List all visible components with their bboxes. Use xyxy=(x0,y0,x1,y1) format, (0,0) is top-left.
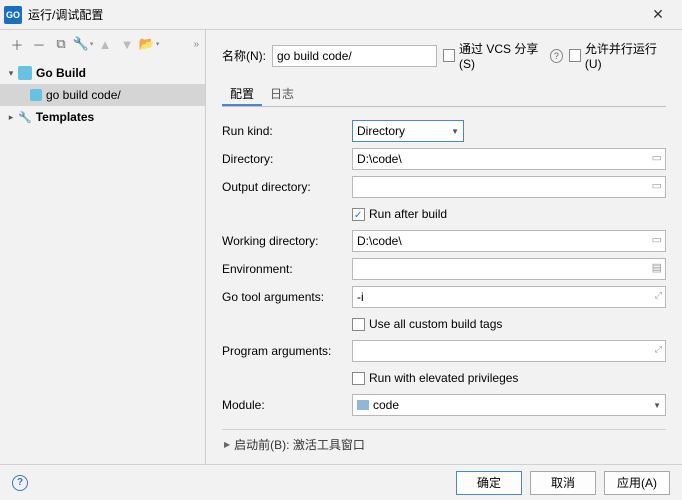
run-kind-value: Directory xyxy=(357,124,405,138)
go-args-input[interactable] xyxy=(352,286,666,308)
go-icon xyxy=(30,89,42,101)
move-down-button[interactable]: ▼ xyxy=(116,33,138,55)
program-args-label: Program arguments: xyxy=(222,344,352,358)
name-label: 名称(N): xyxy=(222,47,266,64)
folder-icon[interactable]: ▭ xyxy=(652,151,662,164)
share-vcs-label: 通过 VCS 分享(S) xyxy=(459,40,546,71)
help-icon[interactable]: ? xyxy=(550,49,563,63)
separator xyxy=(222,429,666,430)
parallel-run-checkbox[interactable]: 允许并行运行(U) xyxy=(569,40,666,71)
checkbox-icon xyxy=(443,49,455,62)
working-dir-input[interactable] xyxy=(352,230,666,252)
run-kind-label: Run kind: xyxy=(222,124,352,138)
button-group: 确定 取消 应用(A) xyxy=(456,471,670,495)
tree-label: Go Build xyxy=(36,66,86,80)
folder-icon[interactable]: ▭ xyxy=(652,179,662,192)
right-panel: 名称(N): 通过 VCS 分享(S) ? 允许并行运行(U) 配置 日志 Ru… xyxy=(206,30,682,464)
wrench-icon: 🔧 xyxy=(18,111,32,124)
list-icon[interactable]: ▤ xyxy=(652,261,662,274)
close-button[interactable]: ✕ xyxy=(638,0,678,30)
chevron-down-icon: ▼ xyxy=(653,401,661,410)
tab-log[interactable]: 日志 xyxy=(262,81,302,106)
checkbox-icon xyxy=(352,372,365,385)
output-dir-label: Output directory: xyxy=(222,180,352,194)
row-directory: Directory: ▭ xyxy=(222,145,666,173)
chevron-down-icon: ▾ xyxy=(4,68,18,79)
row-working-dir: Working directory: ▭ xyxy=(222,227,666,255)
tabs: 配置 日志 xyxy=(222,81,666,107)
directory-label: Directory: xyxy=(222,152,352,166)
tree-node-go-build[interactable]: ▾ Go Build xyxy=(0,62,205,84)
cancel-button[interactable]: 取消 xyxy=(530,471,596,495)
tree-label: Templates xyxy=(36,110,94,124)
checkbox-icon xyxy=(569,49,581,62)
add-button[interactable]: ＋ xyxy=(6,33,28,55)
help-button[interactable]: ? xyxy=(12,475,28,491)
module-select[interactable]: code ▼ xyxy=(352,394,666,416)
program-args-input[interactable] xyxy=(352,340,666,362)
row-output-dir: Output directory: ▭ xyxy=(222,173,666,201)
footer: ? 确定 取消 应用(A) xyxy=(0,464,682,500)
module-value: code xyxy=(373,398,399,412)
before-launch-section[interactable]: ▶ 启动前(B): 激活工具窗口 xyxy=(222,436,666,453)
row-environment: Environment: ▤ xyxy=(222,255,666,283)
titlebar: GO 运行/调试配置 ✕ xyxy=(0,0,682,30)
copy-button[interactable]: ⧉ xyxy=(50,33,72,55)
working-dir-label: Working directory: xyxy=(222,234,352,248)
row-run-kind: Run kind: Directory ▼ xyxy=(222,117,666,145)
chevron-right-icon: ▶ xyxy=(224,440,230,449)
output-dir-input[interactable] xyxy=(352,176,666,198)
module-icon xyxy=(357,400,369,410)
folder-button[interactable]: 📂 xyxy=(138,33,160,55)
ok-button[interactable]: 确定 xyxy=(456,471,522,495)
checkbox-icon xyxy=(352,208,365,221)
elevated-checkbox[interactable]: Run with elevated privileges xyxy=(222,365,666,391)
content-area: ＋ － ⧉ 🔧 ▲ ▼ 📂 » ▾ Go Build go build code… xyxy=(0,30,682,464)
row-program-args: Program arguments: ⤢ xyxy=(222,337,666,365)
name-row: 名称(N): 通过 VCS 分享(S) ? 允许并行运行(U) xyxy=(222,40,666,71)
run-kind-select[interactable]: Directory ▼ xyxy=(352,120,464,142)
share-vcs-checkbox[interactable]: 通过 VCS 分享(S) ? xyxy=(443,40,563,71)
name-input[interactable] xyxy=(272,45,437,67)
config-toolbar: ＋ － ⧉ 🔧 ▲ ▼ 📂 » xyxy=(0,30,205,58)
tree-label: go build code/ xyxy=(46,88,121,102)
left-panel: ＋ － ⧉ 🔧 ▲ ▼ 📂 » ▾ Go Build go build code… xyxy=(0,30,206,464)
collapse-icon[interactable]: » xyxy=(193,39,199,50)
custom-tags-label: Use all custom build tags xyxy=(369,317,502,331)
tab-config[interactable]: 配置 xyxy=(222,81,262,106)
run-after-build-label: Run after build xyxy=(369,207,447,221)
folder-icon[interactable]: ▭ xyxy=(652,233,662,246)
form: Run kind: Directory ▼ Directory: ▭ Outpu… xyxy=(222,107,666,419)
run-after-build-checkbox[interactable]: Run after build xyxy=(222,201,666,227)
directory-input[interactable] xyxy=(352,148,666,170)
go-args-label: Go tool arguments: xyxy=(222,290,352,304)
tree-node-go-build-code[interactable]: go build code/ xyxy=(0,84,205,106)
chevron-down-icon: ▼ xyxy=(451,127,459,136)
environment-label: Environment: xyxy=(222,262,352,276)
window-title: 运行/调试配置 xyxy=(28,6,638,23)
environment-input[interactable] xyxy=(352,258,666,280)
chevron-right-icon: ▸ xyxy=(4,112,18,123)
move-up-button[interactable]: ▲ xyxy=(94,33,116,55)
expand-icon[interactable]: ⤢ xyxy=(655,344,662,355)
row-module: Module: code ▼ xyxy=(222,391,666,419)
module-label: Module: xyxy=(222,398,352,412)
checkbox-icon xyxy=(352,318,365,331)
expand-icon[interactable]: ⤢ xyxy=(655,290,662,301)
before-launch-label: 启动前(B): 激活工具窗口 xyxy=(234,436,365,453)
config-tree: ▾ Go Build go build code/ ▸ 🔧 Templates xyxy=(0,58,205,128)
row-go-args: Go tool arguments: ⤢ xyxy=(222,283,666,311)
go-icon xyxy=(18,66,32,80)
elevated-label: Run with elevated privileges xyxy=(369,371,518,385)
app-icon: GO xyxy=(4,6,22,24)
remove-button[interactable]: － xyxy=(28,33,50,55)
edit-button[interactable]: 🔧 xyxy=(72,33,94,55)
parallel-run-label: 允许并行运行(U) xyxy=(585,40,666,71)
tree-node-templates[interactable]: ▸ 🔧 Templates xyxy=(0,106,205,128)
apply-button[interactable]: 应用(A) xyxy=(604,471,670,495)
custom-tags-checkbox[interactable]: Use all custom build tags xyxy=(222,311,666,337)
